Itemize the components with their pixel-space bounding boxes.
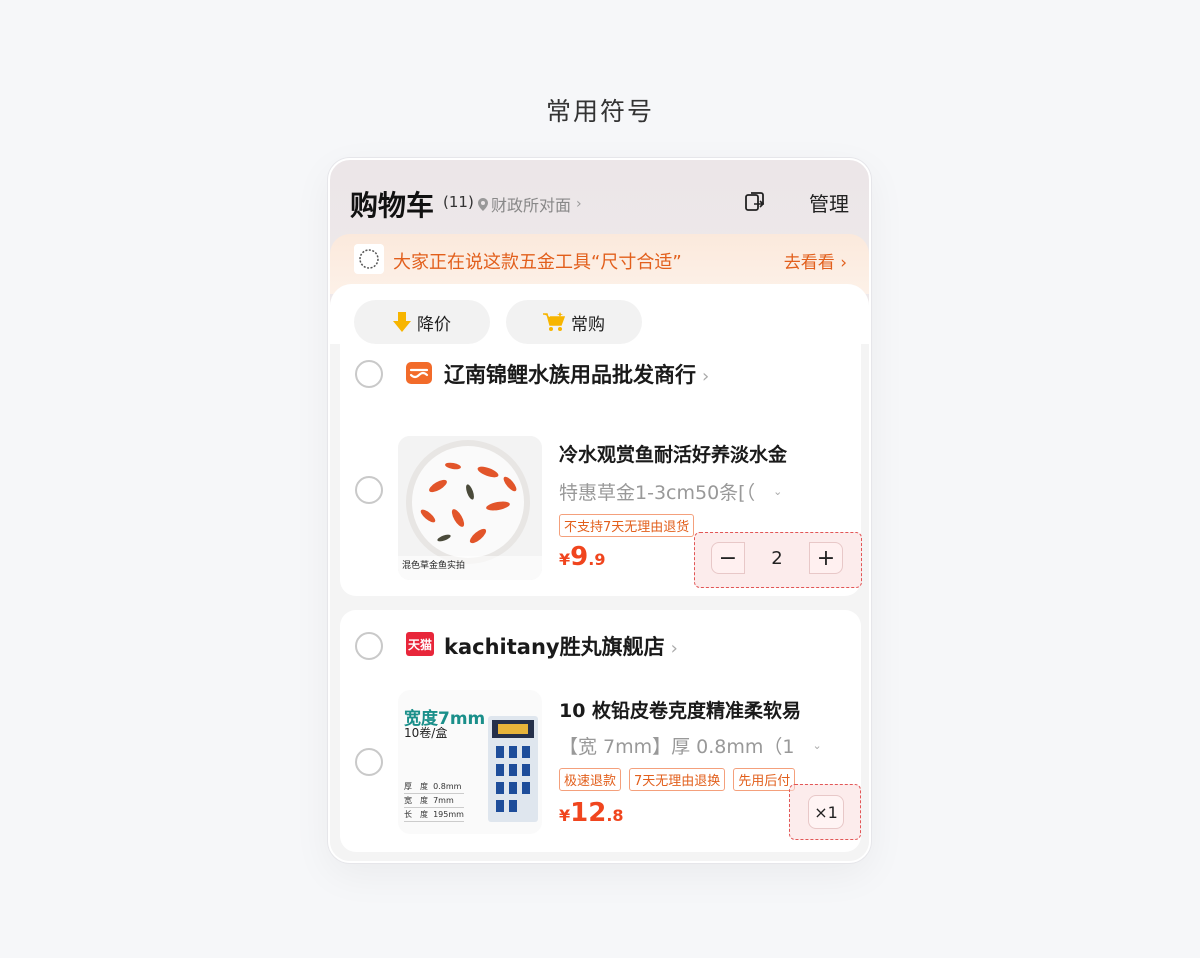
item-tags: 极速退款 7天无理由退换 先用后付	[559, 768, 796, 791]
filter-label: 常购	[571, 314, 605, 335]
filter-price-drop[interactable]: 降价	[354, 300, 490, 344]
item-select-checkbox[interactable]	[355, 476, 383, 504]
chevron-down-icon: ⌄	[773, 485, 783, 498]
item-sku-selector[interactable]: 特惠草金1-3cm50条[（ ⌄	[559, 478, 782, 505]
down-arrow-icon	[393, 312, 411, 332]
cart-count: (11)	[443, 193, 474, 211]
cart-screen: 购物车 (11) 财政所对面 › 管理 大家正在说这款五金工具“尺寸合适” 去看…	[328, 158, 871, 863]
promo-text: 大家正在说这款五金工具“尺寸合适”	[393, 252, 682, 273]
filter-frequent[interactable]: 常购	[506, 300, 642, 344]
shop-header: 辽南锦鲤水族用品批发商行 ›	[340, 354, 861, 394]
item-price: ¥12.8	[559, 798, 624, 828]
service-tag: 先用后付	[733, 768, 796, 791]
cart-title: 购物车	[350, 189, 435, 222]
item-price: ¥9.9	[559, 542, 606, 572]
tape-package-image	[488, 716, 538, 822]
quantity-button[interactable]: ×1	[808, 795, 844, 829]
service-tag: 7天无理由退换	[629, 768, 726, 791]
image-caption: 混色草金鱼实拍	[402, 561, 466, 571]
item-tags: 不支持7天无理由退货	[559, 514, 695, 537]
shop-card: 辽南锦鲤水族用品批发商行 › 混色草金鱼实拍 冷水观赏鱼耐活好养淡水金 特惠草金…	[340, 344, 862, 596]
service-tag: 不支持7天无理由退货	[559, 514, 695, 537]
shop-name[interactable]: kachitany胜丸旗舰店 ›	[444, 631, 678, 661]
filter-label: 降价	[417, 314, 451, 335]
tmall-badge-icon: 天猫	[406, 632, 434, 656]
filter-bar: 降价 常购	[330, 284, 869, 344]
item-title[interactable]: 10 枚铅皮卷克度精准柔软易	[559, 696, 801, 723]
image-subline: 10卷/盒	[404, 726, 448, 740]
item-image[interactable]: 混色草金鱼实拍	[398, 436, 542, 580]
item-select-checkbox[interactable]	[355, 748, 383, 776]
cart-header: 购物车 (11) 财政所对面 › 管理	[350, 180, 849, 224]
cart-icon	[543, 312, 565, 331]
service-tag: 极速退款	[559, 768, 622, 791]
location-pin-icon	[478, 197, 488, 211]
promo-link[interactable]: 去看看 ›	[784, 248, 847, 273]
item-image[interactable]: 宽度7mm 10卷/盒 厚 度 0.8mm 宽 度 7mm 长 度 195mm	[398, 690, 542, 834]
location-selector[interactable]: 财政所对面 ›	[478, 192, 582, 216]
store-icon	[406, 362, 432, 384]
cart-panel: 降价 常购 辽南锦鲤水族用品批发商行 › 混色草金鱼实拍 冷水观赏鱼耐活好养淡水…	[330, 284, 869, 861]
quantity-value[interactable]: 2	[745, 542, 809, 574]
manage-button[interactable]: 管理	[809, 188, 849, 217]
quantity-stepper[interactable]: − 2 +	[711, 542, 843, 574]
tool-thumbnail-icon	[354, 244, 384, 274]
spec-table: 厚 度 0.8mm 宽 度 7mm 长 度 195mm	[404, 780, 464, 822]
shop-name[interactable]: 辽南锦鲤水族用品批发商行 ›	[444, 359, 709, 389]
item-title[interactable]: 冷水观赏鱼耐活好养淡水金	[559, 440, 787, 467]
shop-card: 天猫 kachitany胜丸旗舰店 › 宽度7mm 10卷/盒 厚 度 0.8m…	[340, 610, 861, 852]
shop-header: 天猫 kachitany胜丸旗舰店 ›	[340, 626, 861, 666]
chevron-right-icon: ›	[576, 196, 582, 212]
increase-button[interactable]: +	[809, 542, 843, 574]
shop-select-checkbox[interactable]	[355, 360, 383, 388]
location-text: 财政所对面	[491, 196, 572, 215]
decrease-button[interactable]: −	[711, 542, 745, 574]
shop-select-checkbox[interactable]	[355, 632, 383, 660]
page-heading: 常用符号	[545, 97, 654, 126]
item-sku-selector[interactable]: 【宽 7mm】厚 0.8mm（1 ⌄	[559, 732, 822, 759]
chevron-down-icon: ⌄	[812, 739, 822, 752]
switch-view-icon[interactable]	[743, 190, 767, 214]
